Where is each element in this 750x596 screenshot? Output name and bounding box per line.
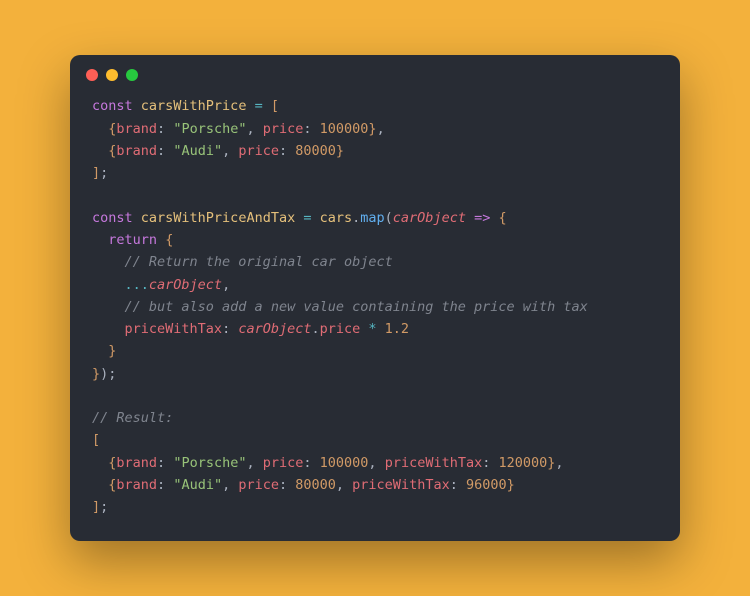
code-line: const carsWithPriceAndTax = cars.map(car…	[92, 210, 507, 226]
window-titlebar	[70, 55, 680, 87]
code-line: });	[92, 366, 116, 382]
code-line: // Return the original car object	[92, 254, 393, 270]
code-line: priceWithTax: carObject.price * 1.2	[92, 321, 409, 337]
code-line: return {	[92, 232, 173, 248]
code-line: ...carObject,	[92, 277, 230, 293]
code-line: // Result:	[92, 410, 173, 426]
close-icon[interactable]	[86, 69, 98, 81]
code-line: // but also add a new value containing t…	[92, 299, 588, 315]
minimize-icon[interactable]	[106, 69, 118, 81]
code-line: {brand: "Audi", price: 80000}	[92, 143, 344, 159]
code-line: ];	[92, 499, 108, 515]
code-block: const carsWithPrice = [ {brand: "Porsche…	[70, 87, 680, 518]
code-line: ];	[92, 165, 108, 181]
code-line: {brand: "Porsche", price: 100000, priceW…	[92, 455, 564, 471]
code-line: {brand: "Porsche", price: 100000},	[92, 121, 385, 137]
code-line: const carsWithPrice = [	[92, 98, 279, 114]
code-line: }	[92, 343, 116, 359]
code-line: {brand: "Audi", price: 80000, priceWithT…	[92, 477, 515, 493]
code-window: const carsWithPrice = [ {brand: "Porsche…	[70, 55, 680, 540]
maximize-icon[interactable]	[126, 69, 138, 81]
code-line: [	[92, 432, 100, 448]
